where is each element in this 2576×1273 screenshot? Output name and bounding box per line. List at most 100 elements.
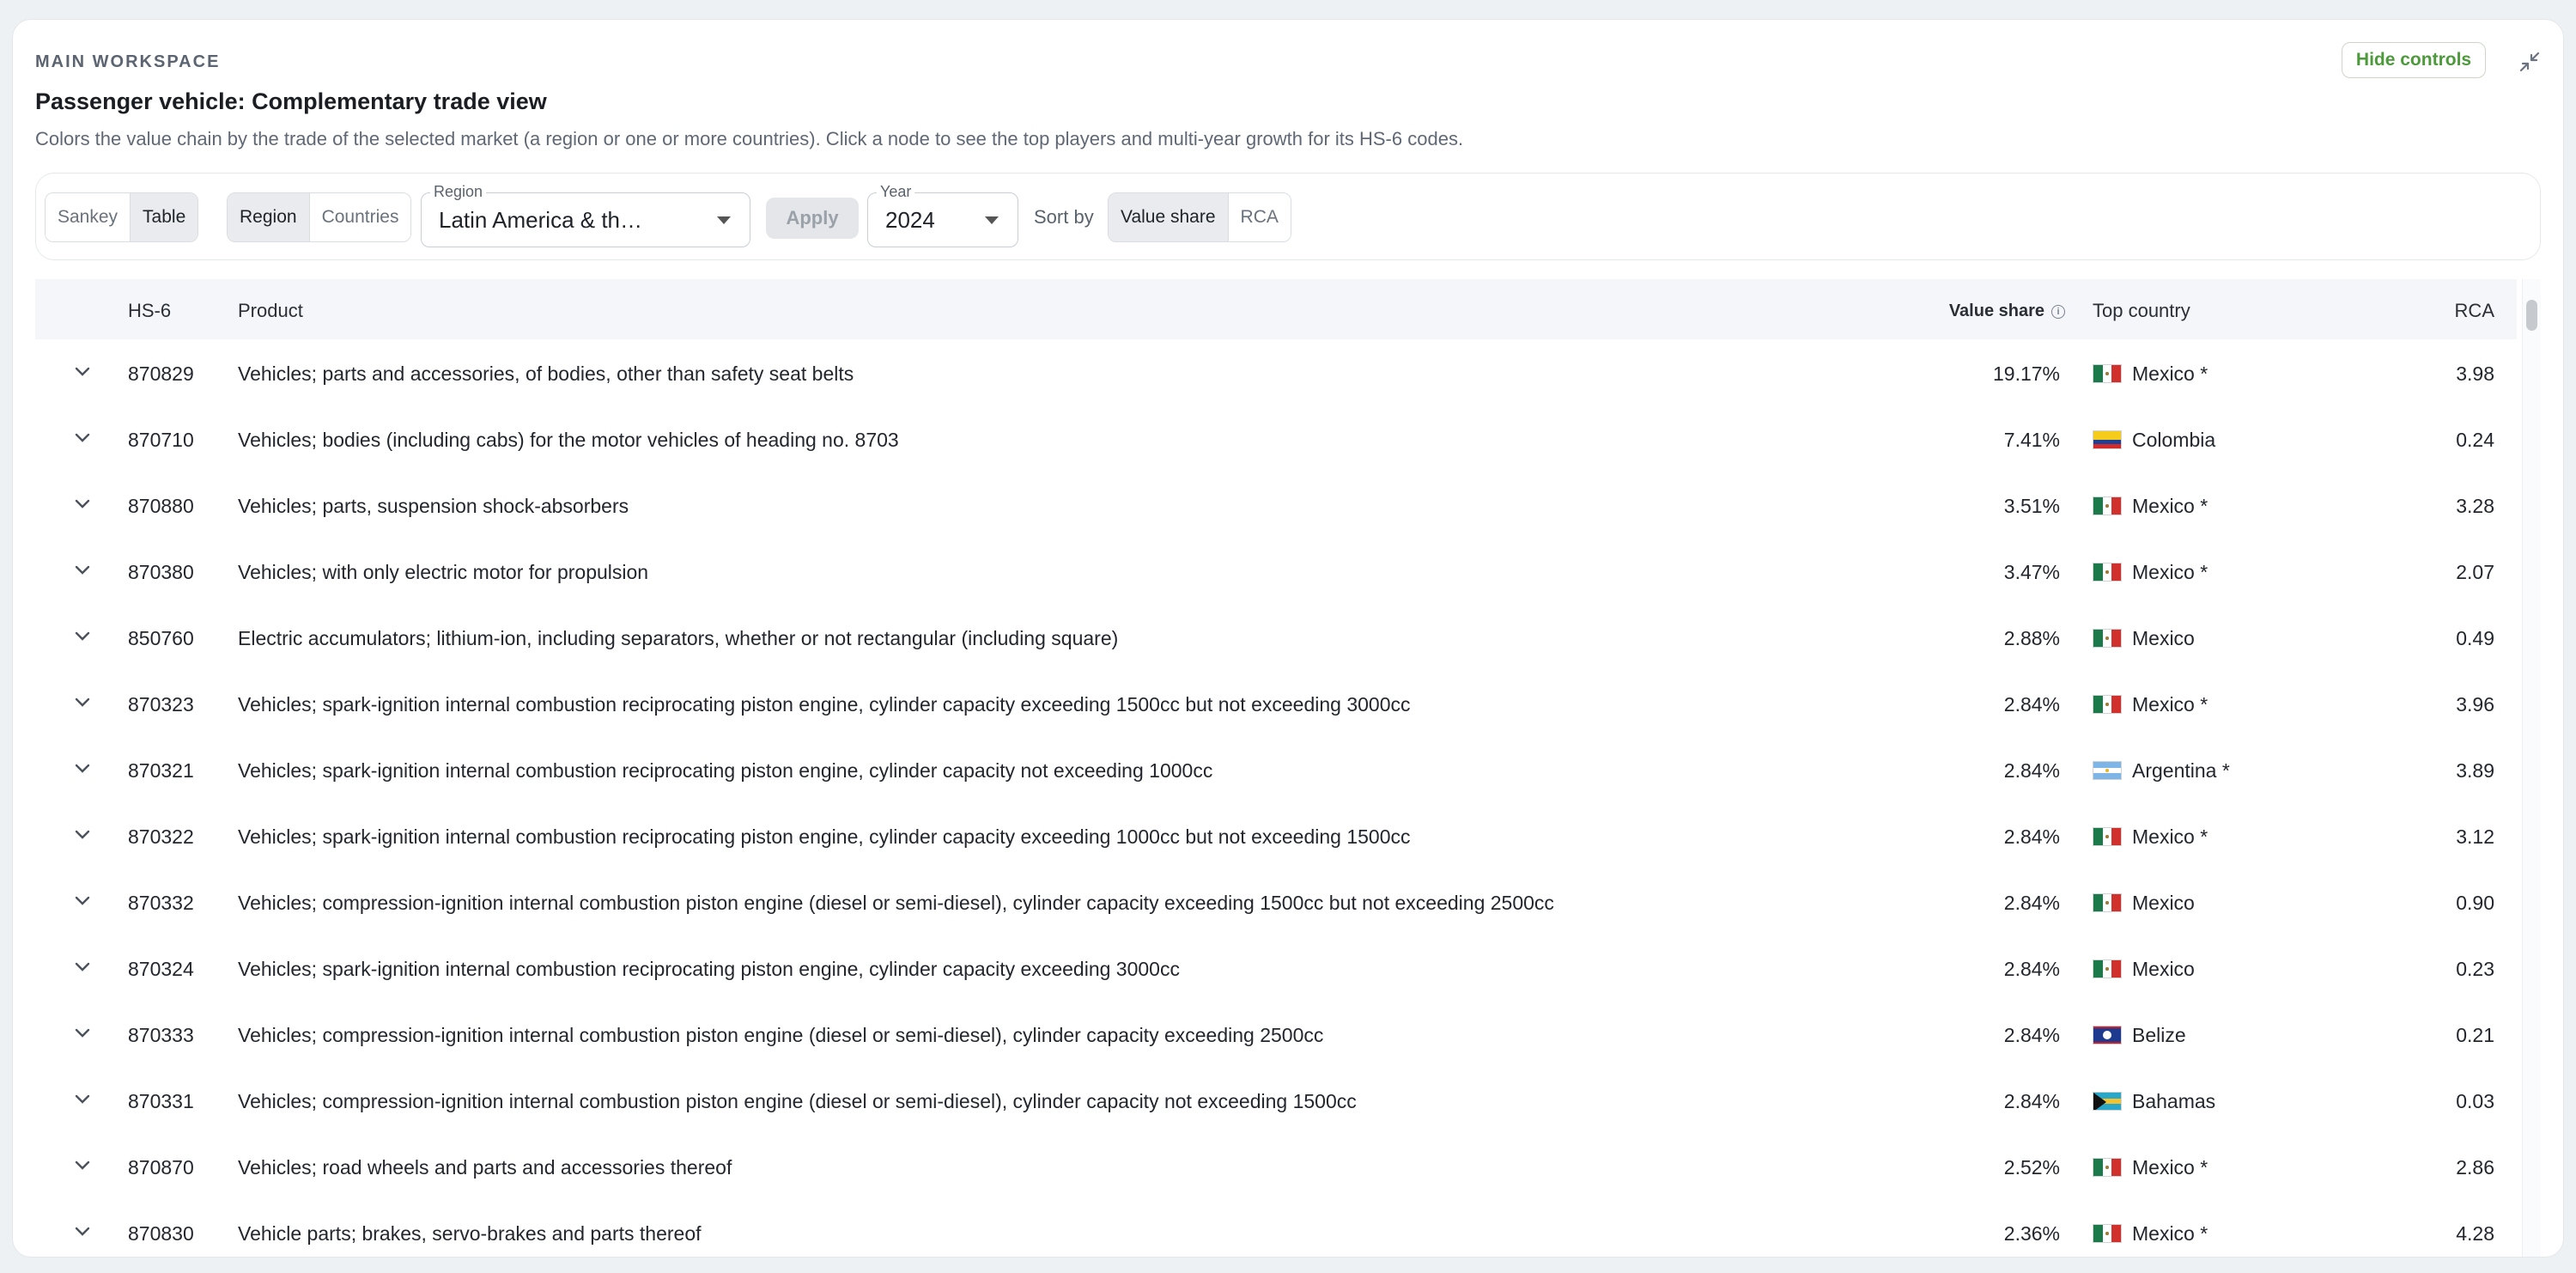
top-country: Mexico * — [2132, 362, 2208, 385]
caret-down-icon — [985, 216, 999, 224]
column-header-value-share[interactable]: Value share — [1881, 302, 2044, 321]
product-name: Vehicles; spark-ignition internal combus… — [238, 759, 1213, 782]
chevron-down-icon[interactable] — [73, 828, 92, 842]
mexico-flag-icon — [2093, 364, 2122, 383]
scope-countries-button[interactable]: Countries — [308, 193, 411, 241]
info-circle-icon[interactable]: i — [2051, 305, 2065, 319]
column-header-hs6[interactable]: HS-6 — [128, 300, 171, 322]
view-table-button[interactable]: Table — [130, 193, 198, 241]
chevron-down-icon[interactable] — [73, 1159, 92, 1172]
hs6-code: 870829 — [128, 362, 194, 385]
chevron-down-icon[interactable] — [73, 630, 92, 643]
product-name: Vehicles; with only electric motor for p… — [238, 561, 649, 583]
rca-value: 0.23 — [2456, 958, 2494, 980]
table-scrollbar[interactable] — [2522, 279, 2541, 1257]
table-row[interactable]: 870710 Vehicles; bodies (including cabs) … — [35, 405, 2517, 472]
bahamas-flag-icon — [2093, 1092, 2122, 1111]
hs6-code: 870321 — [128, 759, 194, 782]
top-country: Bahamas — [2132, 1090, 2216, 1112]
table-row[interactable]: 870322 Vehicles; spark-ignition internal … — [35, 802, 2517, 869]
product-name: Vehicles; spark-ignition internal combus… — [238, 958, 1180, 980]
year-select[interactable]: Year 2024 — [867, 183, 1018, 247]
sort-value-share-button[interactable]: Value share — [1109, 193, 1228, 241]
view-sankey-button[interactable]: Sankey — [46, 193, 131, 241]
table-row[interactable]: 870830 Vehicle parts; brakes, servo-brake… — [35, 1199, 2517, 1257]
product-name: Electric accumulators; lithium-ion, incl… — [238, 627, 1119, 649]
rca-value: 4.28 — [2456, 1222, 2494, 1245]
rca-value: 2.07 — [2456, 561, 2494, 583]
product-name: Vehicle parts; brakes, servo-brakes and … — [238, 1222, 702, 1245]
hs6-code: 870332 — [128, 892, 194, 914]
mexico-flag-icon — [2093, 629, 2122, 648]
region-select[interactable]: Region Latin America & th… — [421, 183, 750, 247]
table-row[interactable]: 870829 Vehicles; parts and accessories, o… — [35, 339, 2517, 406]
top-country: Mexico * — [2132, 561, 2208, 583]
rca-value: 3.28 — [2456, 495, 2494, 517]
hide-controls-button[interactable]: Hide controls — [2342, 42, 2486, 78]
table-row[interactable]: 870331 Vehicles; compression-ignition int… — [35, 1067, 2517, 1134]
value-share: 2.52% — [2003, 1156, 2060, 1179]
table-row[interactable]: 870323 Vehicles; spark-ignition internal … — [35, 670, 2517, 737]
value-share: 3.51% — [2003, 495, 2060, 517]
table-row[interactable]: 870332 Vehicles; compression-ignition int… — [35, 868, 2517, 935]
chevron-down-icon[interactable] — [73, 1093, 92, 1106]
scrollbar-thumb[interactable] — [2526, 300, 2537, 331]
rca-value: 3.96 — [2456, 693, 2494, 716]
chevron-down-icon[interactable] — [73, 1225, 92, 1239]
table-row[interactable]: 870324 Vehicles; spark-ignition internal … — [35, 935, 2517, 1002]
table-row[interactable]: 870321 Vehicles; spark-ignition internal … — [35, 736, 2517, 803]
table-row[interactable]: 870380 Vehicles; with only electric motor… — [35, 538, 2517, 605]
chevron-down-icon[interactable] — [73, 563, 92, 577]
apply-button[interactable]: Apply — [766, 198, 859, 239]
hs6-code: 870880 — [128, 495, 194, 517]
rca-value: 2.86 — [2456, 1156, 2494, 1179]
view-toggle: Sankey Table — [45, 192, 199, 242]
value-share: 19.17% — [1992, 362, 2060, 385]
top-country: Argentina * — [2132, 759, 2230, 782]
scope-toggle: Region Countries — [227, 192, 412, 242]
region-select-label: Region — [430, 183, 487, 201]
value-share: 2.84% — [2003, 759, 2060, 782]
mexico-flag-icon — [2093, 1224, 2122, 1243]
value-share: 2.84% — [2003, 892, 2060, 914]
workspace-eyebrow: MAIN WORKSPACE — [35, 52, 221, 71]
page-subtitle: Colors the value chain by the trade of t… — [35, 128, 1464, 149]
product-name: Vehicles; bodies (including cabs) for th… — [238, 429, 899, 451]
collapse-arrows-icon[interactable] — [2515, 47, 2544, 76]
hs6-code: 870324 — [128, 958, 194, 980]
hs6-code: 850760 — [128, 627, 194, 649]
top-country: Colombia — [2132, 429, 2216, 451]
caret-down-icon — [717, 216, 731, 224]
sort-rca-button[interactable]: RCA — [1227, 193, 1291, 241]
top-country: Belize — [2132, 1024, 2186, 1046]
hs6-code: 870322 — [128, 825, 194, 848]
table-row[interactable]: 870333 Vehicles; compression-ignition int… — [35, 1001, 2517, 1068]
top-country: Mexico * — [2132, 1156, 2208, 1179]
column-header-product[interactable]: Product — [238, 300, 303, 322]
mexico-flag-icon — [2093, 695, 2122, 714]
rca-value: 3.12 — [2456, 825, 2494, 848]
chevron-down-icon[interactable] — [73, 497, 92, 511]
sort-by-label: Sort by — [1034, 206, 1094, 228]
product-name: Vehicles; compression-ignition internal … — [238, 1024, 1324, 1046]
hs6-code: 870331 — [128, 1090, 194, 1112]
chevron-down-icon[interactable] — [73, 960, 92, 974]
rca-value: 3.89 — [2456, 759, 2494, 782]
table-row[interactable]: 870870 Vehicles; road wheels and parts an… — [35, 1133, 2517, 1200]
rca-value: 0.24 — [2456, 429, 2494, 451]
chevron-down-icon[interactable] — [73, 365, 92, 379]
hs6-code: 870380 — [128, 561, 194, 583]
table-row[interactable]: 870880 Vehicles; parts, suspension shock-… — [35, 472, 2517, 539]
chevron-down-icon[interactable] — [73, 762, 92, 776]
chevron-down-icon[interactable] — [73, 1026, 92, 1040]
table-row[interactable]: 850760 Electric accumulators; lithium-ion… — [35, 604, 2517, 671]
column-header-rca[interactable]: RCA — [2422, 300, 2494, 322]
top-country: Mexico * — [2132, 495, 2208, 517]
chevron-down-icon[interactable] — [73, 894, 92, 908]
chevron-down-icon[interactable] — [73, 431, 92, 445]
scope-region-button[interactable]: Region — [228, 193, 309, 241]
column-header-top-country[interactable]: Top country — [2093, 300, 2190, 322]
chevron-down-icon[interactable] — [73, 696, 92, 710]
value-share: 2.84% — [2003, 958, 2060, 980]
rca-value: 0.49 — [2456, 627, 2494, 649]
